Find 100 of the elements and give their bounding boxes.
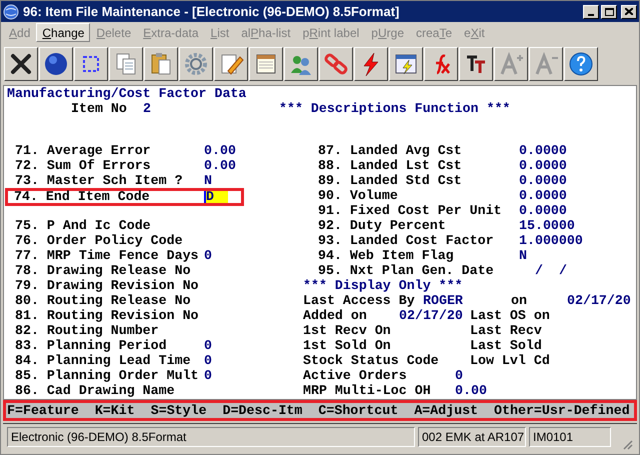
- gear-icon: [183, 51, 209, 77]
- maximize-icon: [604, 8, 614, 16]
- globe-icon: [3, 4, 19, 20]
- field-label: 74. End Item Code: [13, 191, 151, 203]
- field-value: 0.0000: [519, 173, 567, 188]
- increase-font-icon: [498, 51, 524, 77]
- display-value: ROGER: [423, 293, 464, 308]
- status-panel: Electronic (96-DEMO) 8.5Format: [7, 427, 415, 447]
- display-label: Stock Status Code: [303, 353, 440, 368]
- display-label: Last Sold: [470, 338, 542, 353]
- display-value: 02/17/20: [567, 293, 631, 308]
- display-label: Low Lvl Cd: [470, 353, 550, 368]
- display-value: 0.00: [455, 383, 487, 398]
- field-label: 95. Nxt Plan Gen. Date: [318, 263, 495, 278]
- window-title: 96: Item File Maintenance - [Electronic (96-DEMO) 8.5Format]: [23, 2, 400, 21]
- display-label: Last Recv: [470, 323, 542, 338]
- field-value: N: [204, 173, 212, 188]
- field-value: 0: [204, 368, 212, 383]
- close-button[interactable]: [621, 4, 637, 18]
- function-key-hint: D=Desc-Itm: [222, 402, 302, 420]
- field-label: 76. Order Policy Code: [14, 233, 184, 248]
- maximize-button[interactable]: [601, 4, 617, 18]
- display-label: Last Access By: [303, 293, 416, 308]
- toolbar-button[interactable]: [529, 47, 563, 81]
- display-value: 0: [455, 368, 463, 383]
- toolbar-button[interactable]: [494, 47, 528, 81]
- field-value: 0: [204, 338, 212, 353]
- input-field[interactable]: D: [204, 191, 228, 203]
- field-value: / /: [534, 263, 567, 278]
- field-label: 90. Volume: [318, 188, 399, 203]
- field-label: 81. Routing Revision No: [14, 308, 200, 323]
- display-value: 02/17/20: [399, 308, 464, 323]
- field-value: 0: [204, 248, 212, 263]
- field-label: 88. Landed Lst Cst: [318, 158, 463, 173]
- toolbar-button[interactable]: [284, 47, 318, 81]
- close-icon: [8, 51, 34, 77]
- help-icon: [568, 51, 594, 77]
- field-label: 91. Fixed Cost Per Unit: [318, 203, 503, 218]
- field-label: 93. Landed Cost Factor: [318, 233, 495, 248]
- item-no-value: 2: [143, 101, 152, 116]
- display-label: MRP Multi-Loc OH: [303, 383, 432, 398]
- field-label: 84. Planning Lead Time: [14, 353, 192, 368]
- decrease-font-icon: [533, 51, 559, 77]
- field-value: 0.0000: [519, 203, 567, 218]
- toolbar-button[interactable]: [74, 47, 108, 81]
- section-title: *** Display Only ***: [303, 278, 463, 293]
- toolbar-button[interactable]: [459, 47, 493, 81]
- field-label: 82. Routing Number: [14, 323, 160, 338]
- menu-item[interactable]: Change: [36, 23, 90, 42]
- toolbar-button[interactable]: [564, 47, 598, 81]
- function-key-hint: K=Kit: [94, 402, 135, 420]
- field-value: 0.00: [204, 143, 236, 158]
- toolbar-button[interactable]: [319, 47, 353, 81]
- display-label: Active Orders: [303, 368, 408, 383]
- function-key-hint: Other=Usr-Defined: [494, 402, 630, 420]
- field-label: 77. MRP Time Fence Days: [14, 248, 200, 263]
- field-value: 0: [204, 353, 212, 368]
- display-label: 1st Recv On: [303, 323, 392, 338]
- field-label: 73. Master Sch Item ?: [14, 173, 184, 188]
- status-panel: 002 EMK at AR107: [418, 427, 526, 447]
- field-value: N: [519, 248, 527, 263]
- globe-icon: [43, 51, 69, 77]
- display-label: 1st Sold On: [303, 338, 392, 353]
- toolbar-button[interactable]: [424, 47, 458, 81]
- field-value: 0.0000: [519, 158, 567, 173]
- toolbar-button[interactable]: [109, 47, 143, 81]
- field-label: 89. Landed Std Cst: [318, 173, 463, 188]
- field-label: 92. Duty Percent: [318, 218, 447, 233]
- field-label: 83. Planning Period: [14, 338, 168, 353]
- status-panel: IM0101: [529, 427, 611, 447]
- function-title: *** Descriptions Function ***: [279, 101, 510, 116]
- field-label: 75. P And Ic Code: [14, 218, 152, 233]
- field-label: 85. Planning Order Mult: [14, 368, 200, 383]
- toolbar-button[interactable]: [4, 47, 38, 81]
- item-no-label: Item No: [71, 101, 128, 116]
- field-label: 78. Drawing Release No: [14, 263, 192, 278]
- field-value: 1.000000: [519, 233, 583, 248]
- field-label: 87. Landed Avg Cst: [318, 143, 463, 158]
- toolbar-button[interactable]: [179, 47, 213, 81]
- field-value: 0.0000: [519, 143, 567, 158]
- field-label: 94. Web Item Flag: [318, 248, 455, 263]
- function-key-hint: F=Feature: [7, 402, 79, 420]
- field-label: 80. Routing Release No: [14, 293, 192, 308]
- function-key-hint: A=Adjust: [414, 402, 478, 420]
- screen-heading: Manufacturing/Cost Factor Data: [7, 86, 246, 101]
- display-label: Added on: [303, 308, 368, 323]
- toolbar-button[interactable]: [249, 47, 283, 81]
- display-label: on: [511, 293, 528, 308]
- toolbar-button[interactable]: [354, 47, 388, 81]
- toolbar-button[interactable]: [144, 47, 178, 81]
- field-label: 79. Drawing Revision No: [14, 278, 200, 293]
- function-key-hint: C=Shortcut: [318, 402, 398, 420]
- minimize-icon: [588, 14, 594, 16]
- minimize-button[interactable]: [583, 4, 599, 18]
- field-value: 15.0000: [519, 218, 575, 233]
- toolbar-button[interactable]: [214, 47, 248, 81]
- chain-icon: [323, 51, 349, 77]
- toolbar-button[interactable]: [39, 47, 73, 81]
- toolbar-button[interactable]: [389, 47, 423, 81]
- field-label: 71. Average Error: [14, 143, 152, 158]
